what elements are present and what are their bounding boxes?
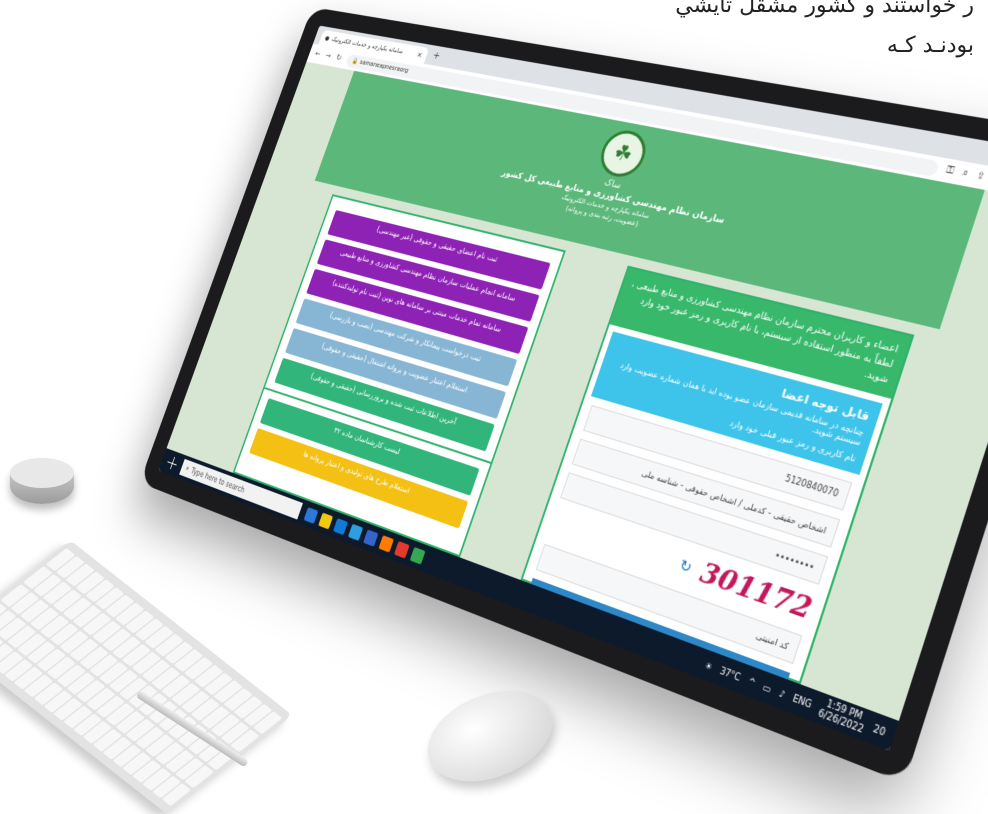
forward-icon[interactable]: → [324,51,332,60]
new-tab-icon[interactable]: + [431,49,442,61]
surface-dial [10,458,74,504]
reload-icon[interactable]: ↻ [335,53,343,62]
tab-favicon-icon: ● [323,34,331,42]
file-explorer-icon[interactable] [318,512,334,530]
illustrator-icon[interactable] [378,535,394,553]
password-value: •••••••• [773,549,816,573]
notification-badge[interactable]: 20 [872,723,887,738]
refresh-captcha-icon[interactable]: ↻ [677,557,694,578]
captcha-placeholder: کد امنیتی [754,630,790,652]
url-text: samaneapnesraorg [358,58,410,75]
store-icon[interactable] [347,523,364,541]
photoshop-icon[interactable] [363,529,379,547]
network-icon[interactable]: ▭ [762,682,773,695]
caption-text: ر خواستند و كشور مشقل تايشي بودنـد کـه [614,0,974,66]
username-value: 5120840070 [784,472,840,499]
tablet-device: ● سامانه یکپارچه و خدمات الکترونیک ✕ + —… [139,6,988,783]
back-icon[interactable]: ← [314,50,322,59]
keyboard [0,540,293,814]
key-icon[interactable]: ⚿ [945,165,956,177]
tray-chevron-icon[interactable]: ^ [747,676,757,688]
mouse [414,673,566,799]
caption-line-1: ر خواستند و كشور مشقل تايشي [675,0,974,18]
chrome-icon[interactable] [409,546,426,565]
weather-temp[interactable]: 37°C [719,665,742,682]
tab-close-icon[interactable]: ✕ [416,50,424,59]
zoom-icon[interactable]: ⌕ [961,168,970,180]
windows-start-icon[interactable] [165,455,179,471]
weather-icon: ☀ [703,659,714,673]
logo-emblem: ☘ [594,127,652,181]
caption-line-2: بودنـد کـه [886,33,974,58]
mail-icon[interactable] [332,518,349,536]
task-view-icon[interactable] [303,507,319,524]
acrobat-icon[interactable] [393,541,410,559]
volume-icon[interactable]: ♪ [778,688,787,700]
language-indicator[interactable]: ENG [792,693,814,710]
share-icon[interactable]: ⇪ [975,171,987,183]
